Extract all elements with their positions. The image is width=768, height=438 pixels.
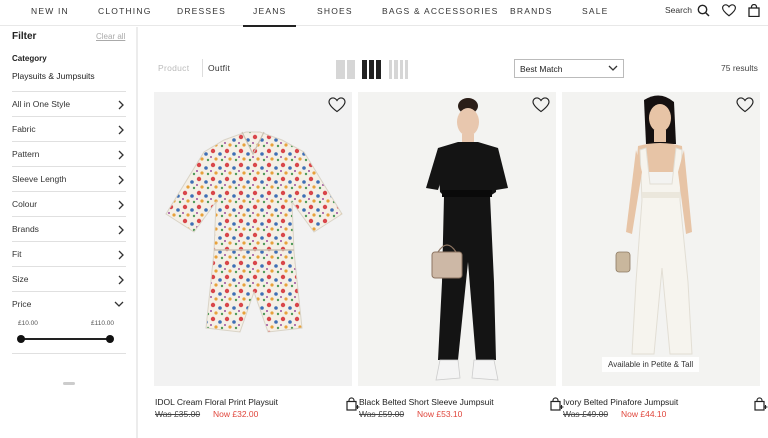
top-navigation: NEW IN CLOTHING DRESSES JEANS SHOES BAGS…: [0, 0, 768, 27]
facet-label: Fit: [12, 249, 22, 259]
nav-jeans[interactable]: JEANS: [242, 6, 297, 27]
facet-fabric[interactable]: Fabric: [12, 116, 126, 141]
chevron-right-icon: [118, 125, 124, 135]
facet-label: Sleeve Length: [12, 174, 67, 184]
product-was-price: Was £59.00: [359, 409, 405, 419]
wishlist-heart-icon[interactable]: [532, 97, 550, 113]
product-was-price: Was £35.00: [155, 409, 201, 419]
price-slider-min-handle[interactable]: [17, 335, 25, 343]
product-card[interactable]: Available in Petite & Tall Ivory Belted …: [562, 92, 768, 422]
product-now-price: Now £32.00: [213, 409, 259, 419]
search-icon[interactable]: [697, 4, 710, 17]
facet-size[interactable]: Size: [12, 266, 126, 291]
results-count: 75 results: [721, 63, 758, 73]
clear-all-link[interactable]: Clear all: [96, 32, 125, 41]
model-black-jumpsuit-image: [426, 98, 508, 381]
floral-playsuit-image: [165, 131, 343, 333]
divider: [12, 353, 126, 354]
bag-icon[interactable]: [748, 4, 760, 17]
facet-label: All in One Style: [12, 99, 71, 109]
facet-colour[interactable]: Colour: [12, 191, 126, 216]
add-to-bag-icon[interactable]: [754, 397, 768, 411]
wishlist-heart-icon[interactable]: [328, 97, 346, 113]
product-name[interactable]: Black Belted Short Sleeve Jumpsuit: [359, 397, 494, 407]
chevron-right-icon: [118, 275, 124, 285]
facet-fit[interactable]: Fit: [12, 241, 126, 266]
price-slider-max-handle[interactable]: [106, 335, 114, 343]
facet-brands[interactable]: Brands: [12, 216, 126, 241]
nav-sale[interactable]: SALE: [582, 6, 609, 16]
grid-2-columns-button[interactable]: [336, 60, 355, 79]
nav-clothing[interactable]: CLOTHING: [98, 6, 152, 16]
nav-bags-accessories[interactable]: BAGS & ACCESSORIES: [382, 6, 499, 16]
facet-price[interactable]: Price: [12, 291, 126, 316]
grid-3-columns-button[interactable]: [362, 60, 381, 79]
category-heading: Category: [12, 54, 47, 63]
wishlist-heart-icon[interactable]: [722, 4, 736, 17]
filter-title: Filter: [12, 31, 37, 42]
chevron-right-icon: [118, 100, 124, 110]
price-min-label: £10.00: [18, 320, 38, 327]
facet-pattern[interactable]: Pattern: [12, 141, 126, 166]
facet-label: Fabric: [12, 124, 36, 134]
product-image[interactable]: [154, 92, 352, 386]
facet-all-in-one-style[interactable]: All in One Style: [12, 91, 126, 116]
chevron-down-icon: [114, 301, 124, 307]
chevron-right-icon: [118, 200, 124, 210]
availability-badge: Available in Petite & Tall: [602, 357, 700, 372]
product-name[interactable]: IDOL Cream Floral Print Playsuit: [155, 397, 278, 407]
product-name[interactable]: Ivory Belted Pinafore Jumpsuit: [563, 397, 678, 407]
product-now-price: Now £53.10: [417, 409, 463, 419]
product-card[interactable]: IDOL Cream Floral Print Playsuit Was £35…: [154, 92, 360, 422]
nav-new-in[interactable]: NEW IN: [31, 6, 69, 16]
nav-brands[interactable]: BRANDS: [510, 6, 553, 16]
facet-label: Colour: [12, 199, 38, 209]
facet-sleeve-length[interactable]: Sleeve Length: [12, 166, 126, 191]
nav-shoes[interactable]: SHOES: [317, 6, 353, 16]
sidebar-scroll-handle[interactable]: [63, 382, 75, 385]
grid-4-columns-button[interactable]: [389, 60, 408, 79]
chevron-down-icon: [608, 65, 618, 71]
facet-label: Price: [12, 299, 32, 309]
facet-label: Brands: [12, 224, 39, 234]
search-label[interactable]: Search: [665, 5, 692, 15]
tab-outfit[interactable]: Outfit: [208, 63, 230, 73]
product-image[interactable]: [562, 92, 760, 386]
divider: [202, 59, 203, 77]
facet-label: Pattern: [12, 149, 40, 159]
chevron-right-icon: [118, 150, 124, 160]
product-card[interactable]: Black Belted Short Sleeve Jumpsuit Was £…: [358, 92, 564, 422]
filter-sidebar: Filter Clear all Category Playsuits & Ju…: [0, 27, 138, 438]
product-image[interactable]: [358, 92, 556, 386]
chevron-right-icon: [118, 225, 124, 235]
sort-value: Best Match: [520, 64, 563, 74]
product-was-price: Was £49.00: [563, 409, 609, 419]
chevron-right-icon: [118, 175, 124, 185]
model-ivory-jumpsuit-image: [615, 95, 693, 355]
category-value[interactable]: Playsuits & Jumpsuits: [12, 71, 95, 81]
price-max-label: £110.00: [91, 320, 115, 327]
nav-dresses[interactable]: DRESSES: [177, 6, 226, 16]
price-slider-track[interactable]: [20, 338, 110, 340]
facet-label: Size: [12, 274, 29, 284]
chevron-right-icon: [118, 250, 124, 260]
sort-select[interactable]: Best Match: [514, 59, 624, 78]
tab-product[interactable]: Product: [158, 63, 189, 73]
product-now-price: Now £44.10: [621, 409, 667, 419]
wishlist-heart-icon[interactable]: [736, 97, 754, 113]
